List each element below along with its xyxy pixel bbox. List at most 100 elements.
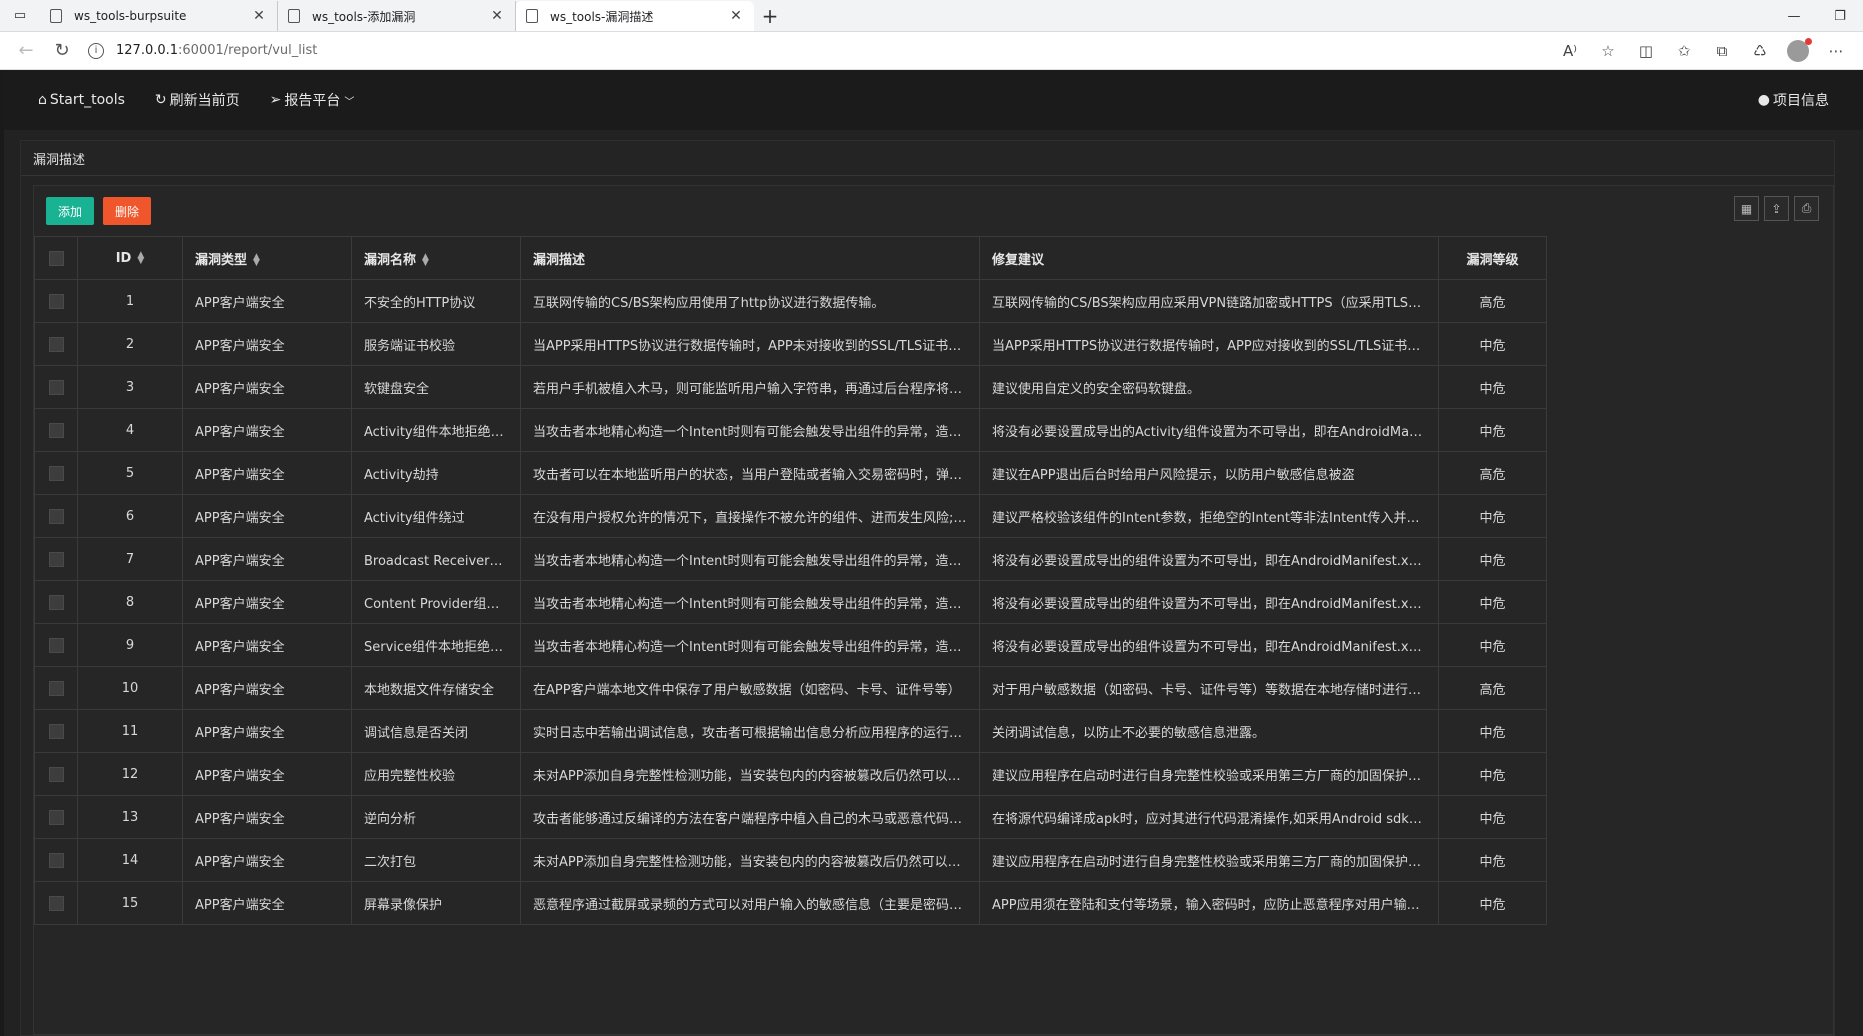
checkbox[interactable]: [48, 250, 64, 266]
row-checkbox-cell[interactable]: [34, 881, 78, 925]
delete-button[interactable]: 删除: [103, 197, 152, 225]
more-icon[interactable]: ⋯: [1817, 36, 1855, 66]
table-row[interactable]: 5 APP客户端安全 Activity劫持 攻击者可以在本地监听用户的状态，当用户登陆…: [34, 451, 1547, 495]
row-checkbox-cell[interactable]: [34, 537, 78, 581]
cell-level: 中危: [1438, 795, 1547, 839]
print-icon[interactable]: ⎙: [1794, 196, 1819, 221]
cell-desc: 攻击者可以在本地监听用户的状态，当用户登陆或者输入交易密码时，弹出伪造...: [520, 451, 980, 495]
sort-icon[interactable]: ▲ ▼: [422, 253, 429, 268]
table-row[interactable]: 8 APP客户端安全 Content Provider组件本... 当攻击者本地精心构…: [34, 580, 1547, 624]
row-checkbox-cell[interactable]: [34, 322, 78, 366]
vul-table: ID ▲ ▼ 漏洞类型 ▲ ▼ 漏洞名称 ▲ ▼ 漏洞描述 修复建议 漏洞等级 1 APP客户…: [34, 236, 1547, 925]
table-row[interactable]: 13 APP客户端安全 逆向分析 攻击者能够通过反编译的方法在客户端程序中植入自己的木…: [34, 795, 1547, 839]
restore-icon[interactable]: ❐: [1817, 0, 1863, 32]
nav-start-tools[interactable]: ⌂ Start_tools: [38, 92, 125, 108]
checkbox[interactable]: [48, 465, 64, 481]
nav-project-info[interactable]: ● 项目信息: [1758, 90, 1829, 110]
nav-refresh[interactable]: ↻ 刷新当前页: [155, 90, 240, 110]
header-id[interactable]: ID ▲ ▼: [77, 236, 183, 280]
checkbox[interactable]: [48, 594, 64, 610]
checkbox[interactable]: [48, 637, 64, 653]
checkbox[interactable]: [48, 766, 64, 782]
table-row[interactable]: 10 APP客户端安全 本地数据文件存储安全 在APP客户端本地文件中保存了用户敏感数…: [34, 666, 1547, 710]
table-row[interactable]: 15 APP客户端安全 屏幕录像保护 恶意程序通过截屏或录频的方式可以对用户输入的敏感…: [34, 881, 1547, 925]
table-row[interactable]: 12 APP客户端安全 应用完整性校验 未对APP添加自身完整性检测功能，当安装包内的…: [34, 752, 1547, 796]
site-info-icon[interactable]: i: [88, 42, 104, 59]
minimize-icon[interactable]: —: [1771, 0, 1817, 32]
checkbox[interactable]: [48, 293, 64, 309]
row-checkbox-cell[interactable]: [34, 838, 78, 882]
split-screen-icon[interactable]: ◫: [1627, 36, 1665, 66]
row-checkbox-cell[interactable]: [34, 279, 78, 323]
row-checkbox-cell[interactable]: [34, 709, 78, 753]
close-icon[interactable]: ✕: [489, 8, 505, 24]
cell-desc: 恶意程序通过截屏或录频的方式可以对用户输入的敏感信息（主要是密码）进行...: [520, 881, 980, 925]
browser-tab[interactable]: ws_tools-burpsuite ✕: [40, 1, 278, 31]
cell-type: APP客户端安全: [182, 795, 352, 839]
tab-actions-icon[interactable]: ▭: [0, 0, 40, 31]
header-name[interactable]: 漏洞名称 ▲ ▼: [351, 236, 521, 280]
checkbox[interactable]: [48, 336, 64, 352]
cell-id: 15: [77, 881, 183, 925]
checkbox[interactable]: [48, 723, 64, 739]
favorites-icon[interactable]: ✩: [1665, 36, 1703, 66]
checkbox[interactable]: [48, 895, 64, 911]
checkbox[interactable]: [48, 551, 64, 567]
row-checkbox-cell[interactable]: [34, 494, 78, 538]
row-checkbox-cell[interactable]: [34, 408, 78, 452]
read-aloud-icon[interactable]: A⁾: [1551, 36, 1589, 66]
table-row[interactable]: 4 APP客户端安全 Activity组件本地拒绝服务 当攻击者本地精心构造一个Int…: [34, 408, 1547, 452]
table-row[interactable]: 11 APP客户端安全 调试信息是否关闭 实时日志中若输出调试信息，攻击者可根据输出信…: [34, 709, 1547, 753]
reload-button[interactable]: ↻: [44, 36, 80, 66]
page-icon: [526, 9, 538, 23]
row-checkbox-cell[interactable]: [34, 752, 78, 796]
checkbox[interactable]: [48, 508, 64, 524]
cell-type: APP客户端安全: [182, 838, 352, 882]
table-row[interactable]: 2 APP客户端安全 服务端证书校验 当APP采用HTTPS协议进行数据传输时，APP…: [34, 322, 1547, 366]
collections-icon[interactable]: ⧉: [1703, 36, 1741, 66]
cell-name: Broadcast Receiver组件...: [351, 537, 521, 581]
row-checkbox-cell[interactable]: [34, 666, 78, 710]
checkbox[interactable]: [48, 809, 64, 825]
sort-icon[interactable]: ▲ ▼: [253, 253, 260, 268]
checkbox[interactable]: [48, 422, 64, 438]
select-all-checkbox-cell[interactable]: [34, 236, 78, 280]
top-navigation: ⌂ Start_tools ↻ 刷新当前页 ➢ 报告平台 ﹀ ● 项目信息: [4, 70, 1863, 130]
profile-avatar[interactable]: [1787, 37, 1812, 62]
close-icon[interactable]: ✕: [728, 8, 744, 24]
table-row[interactable]: 7 APP客户端安全 Broadcast Receiver组件... 当攻击者本地精心…: [34, 537, 1547, 581]
row-checkbox-cell[interactable]: [34, 795, 78, 839]
cell-desc: 实时日志中若输出调试信息，攻击者可根据输出信息分析应用程序的运行逻辑，...: [520, 709, 980, 753]
cell-name: 调试信息是否关闭: [351, 709, 521, 753]
browser-tab-active[interactable]: ws_tools-漏洞描述 ✕: [516, 1, 754, 31]
header-fix: 修复建议: [979, 236, 1439, 280]
header-label: 漏洞名称: [364, 252, 417, 268]
add-button[interactable]: 添加: [46, 197, 95, 225]
table-row[interactable]: 1 APP客户端安全 不安全的HTTP协议 互联网传输的CS/BS架构应用使用了htt…: [34, 279, 1547, 323]
browser-tab[interactable]: ws_tools-添加漏洞 ✕: [278, 1, 516, 31]
checkbox[interactable]: [48, 852, 64, 868]
header-type[interactable]: 漏洞类型 ▲ ▼: [182, 236, 352, 280]
back-button[interactable]: ←: [8, 36, 44, 66]
refresh-icon: ↻: [154, 92, 167, 108]
row-checkbox-cell[interactable]: [34, 580, 78, 624]
extensions-icon[interactable]: ♺: [1741, 36, 1779, 66]
row-checkbox-cell[interactable]: [34, 623, 78, 667]
url-field[interactable]: i 127.0.0.1:60001/report/vul_list: [88, 36, 1551, 66]
table-row[interactable]: 9 APP客户端安全 Service组件本地拒绝服务 当攻击者本地精心构造一个Inte…: [34, 623, 1547, 667]
close-icon[interactable]: ✕: [251, 8, 267, 24]
table-row[interactable]: 14 APP客户端安全 二次打包 未对APP添加自身完整性检测功能，当安装包内的内容被…: [34, 838, 1547, 882]
row-checkbox-cell[interactable]: [34, 451, 78, 495]
table-row[interactable]: 6 APP客户端安全 Activity组件绕过 在没有用户授权允许的情况下，直接操作不…: [34, 494, 1547, 538]
export-icon[interactable]: ⇪: [1764, 196, 1789, 221]
table-row[interactable]: 3 APP客户端安全 软键盘安全 若用户手机被植入木马，则可能监听用户输入字符串，再通…: [34, 365, 1547, 409]
new-tab-button[interactable]: +: [754, 1, 786, 31]
columns-icon[interactable]: ▦: [1734, 196, 1759, 221]
row-checkbox-cell[interactable]: [34, 365, 78, 409]
cell-type: APP客户端安全: [182, 580, 352, 624]
nav-report-platform[interactable]: ➢ 报告平台 ﹀: [270, 90, 358, 110]
checkbox[interactable]: [48, 379, 64, 395]
checkbox[interactable]: [48, 680, 64, 696]
sort-icon[interactable]: ▲ ▼: [137, 251, 144, 266]
favorite-star-icon[interactable]: ☆: [1589, 36, 1627, 66]
